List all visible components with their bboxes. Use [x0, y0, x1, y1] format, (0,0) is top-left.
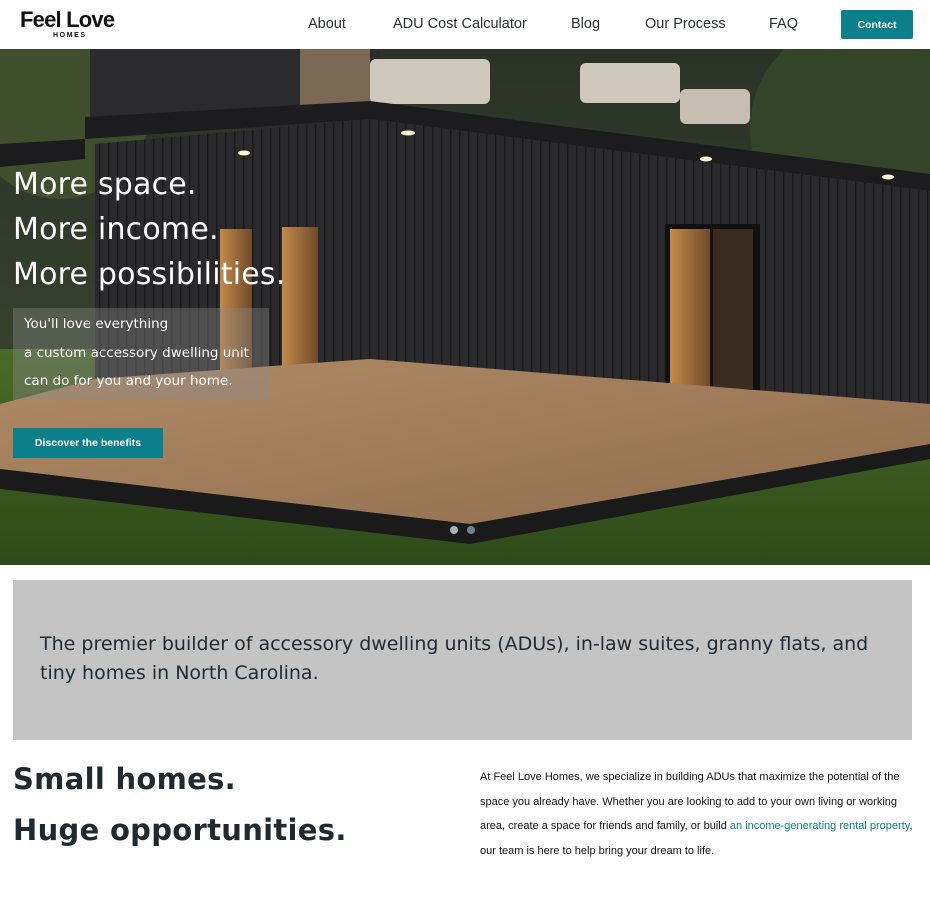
hero-title-line-1: More space. [13, 167, 197, 202]
hero-carousel: More space. More income. More possibilit… [0, 49, 930, 565]
banner-text: The premier builder of accessory dwellin… [40, 633, 869, 684]
carousel-dot-1[interactable] [450, 526, 458, 534]
nav-about[interactable]: About [308, 16, 346, 32]
rental-property-link[interactable]: an income-generating rental property [730, 820, 910, 832]
headline-huge-opportunities: Huge opportunities. [13, 813, 347, 847]
intro-banner: The premier builder of accessory dwellin… [13, 580, 912, 740]
hero-subtitle-line-1: You'll love everything [24, 316, 169, 332]
carousel-dot-2[interactable] [467, 526, 475, 534]
intro-paragraph: At Feel Love Homes, we specialize in bui… [480, 765, 920, 863]
headline-small-homes: Small homes. [13, 762, 236, 796]
nav-our-process[interactable]: Our Process [645, 16, 726, 32]
logo[interactable]: Feel Love HOMES [20, 8, 124, 42]
nav-blog[interactable]: Blog [571, 16, 600, 32]
nav-faq[interactable]: FAQ [769, 16, 798, 32]
nav-adu-cost-calculator[interactable]: ADU Cost Calculator [393, 16, 527, 32]
logo-wordmark: Feel Love [20, 7, 115, 32]
logo-subtitle: HOMES [53, 32, 87, 39]
site-header: Feel Love HOMES About ADU Cost Calculato… [0, 0, 930, 49]
hero-subtitle-box: You'll love everything a custom accessor… [13, 308, 269, 400]
hero-image [0, 49, 930, 565]
hero-title-line-3: More possibilities. [13, 257, 286, 292]
hero-subtitle-line-2: a custom accessory dwelling unit [24, 345, 249, 361]
hero-subtitle-line-3: can do for you and your home. [24, 373, 233, 389]
contact-button[interactable]: Contact [841, 10, 913, 39]
discover-benefits-button[interactable]: Discover the benefits [13, 428, 163, 458]
hero-title-line-2: More income. [13, 212, 219, 247]
